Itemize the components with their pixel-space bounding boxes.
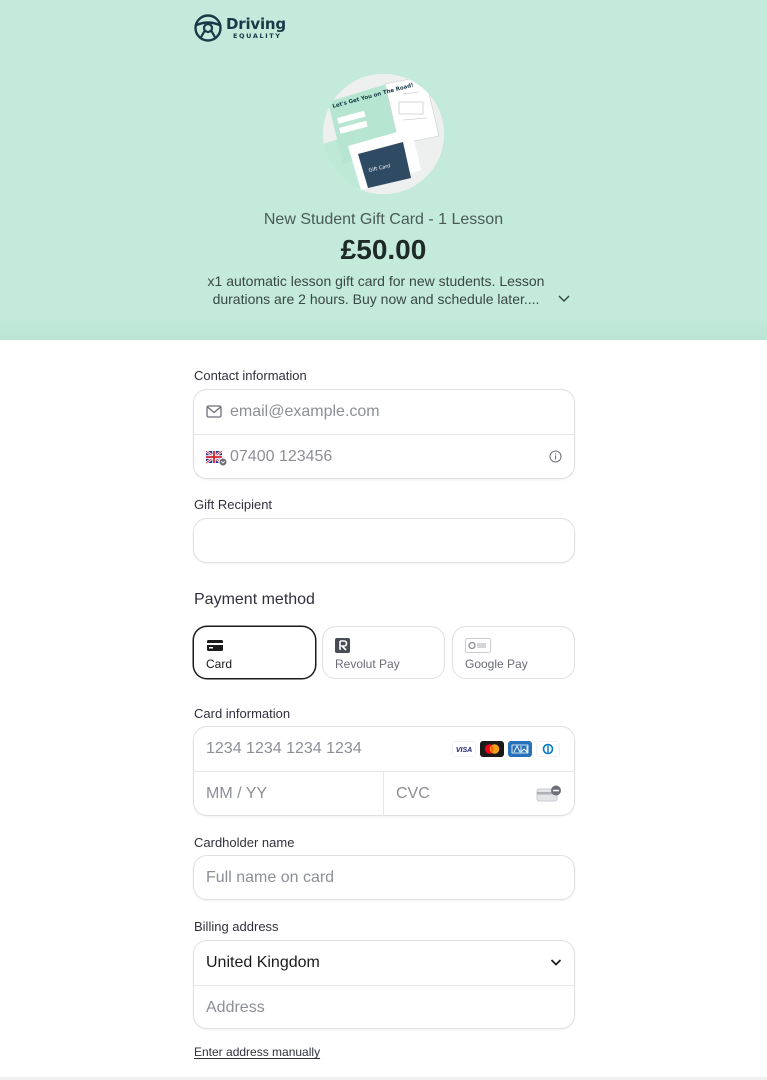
- accepted-card-brands: VISA: [452, 741, 560, 757]
- gift-recipient-input[interactable]: [193, 518, 575, 563]
- country-value: United Kingdom: [206, 954, 320, 971]
- cvc-card-icon: [536, 785, 561, 802]
- credit-card-icon: [207, 640, 223, 651]
- info-icon[interactable]: [549, 450, 562, 463]
- card-number-placeholder: 1234 1234 1234 1234: [206, 740, 362, 757]
- email-placeholder: email@example.com: [230, 403, 380, 420]
- cardholder-name-input[interactable]: Full name on card: [193, 855, 575, 900]
- address-placeholder: Address: [206, 998, 265, 1016]
- email-field[interactable]: email@example.com: [194, 390, 574, 434]
- diners-club-icon: [536, 741, 560, 757]
- cvc-field[interactable]: CVC: [384, 772, 574, 815]
- cvc-placeholder: CVC: [396, 785, 430, 802]
- visa-icon: VISA: [452, 741, 476, 757]
- cardholder-name-label: Cardholder name: [194, 835, 295, 850]
- product-image: Let's Get You on The Road! Gift Card: [323, 74, 444, 194]
- google-pay-icon: [465, 638, 491, 653]
- cardholder-name-placeholder: Full name on card: [206, 869, 335, 886]
- contact-information-label: Contact information: [194, 368, 307, 383]
- billing-address-fields: United Kingdom Address: [193, 940, 575, 1029]
- payment-tab-card[interactable]: Card: [193, 626, 316, 679]
- gift-card-illustration: Let's Get You on The Road! Gift Card: [323, 74, 444, 194]
- phone-field[interactable]: 07400 123456: [194, 434, 574, 478]
- header-bottom-edge: [0, 318, 767, 340]
- payment-tab-google-pay[interactable]: Google Pay: [452, 626, 575, 679]
- logo-wordmark-top: Driving: [226, 14, 286, 33]
- enter-address-manually-link[interactable]: Enter address manually: [194, 1045, 320, 1059]
- billing-address-label: Billing address: [194, 919, 279, 934]
- payment-tab-label: Revolut Pay: [335, 657, 400, 671]
- envelope-icon: [206, 405, 222, 418]
- payment-tab-revolut-pay[interactable]: Revolut Pay: [322, 626, 445, 679]
- card-information-fields: 1234 1234 1234 1234 VISA MM / YY CVC: [193, 726, 575, 816]
- gift-recipient-label: Gift Recipient: [194, 497, 273, 512]
- phone-placeholder: 07400 123456: [230, 447, 333, 465]
- uk-flag-icon[interactable]: [206, 451, 228, 467]
- payment-tab-label: Card: [206, 657, 233, 671]
- mastercard-icon: [480, 741, 504, 757]
- card-number-field[interactable]: 1234 1234 1234 1234 VISA: [194, 727, 574, 771]
- payment-method-title: Payment method: [194, 591, 315, 608]
- steering-wheel-icon: [194, 14, 222, 42]
- payment-tab-label: Google Pay: [465, 657, 528, 671]
- visa-logo-text: VISA: [456, 747, 472, 754]
- card-expiry-cvc-row: MM / YY CVC: [194, 771, 574, 815]
- product-price: £50.00: [340, 234, 427, 265]
- country-select[interactable]: United Kingdom: [194, 941, 574, 985]
- expiry-field[interactable]: MM / YY: [194, 772, 384, 815]
- logo-wordmark-bottom: EQUALITY: [233, 31, 282, 40]
- expiry-placeholder: MM / YY: [206, 785, 268, 802]
- product-description: x1 automatic lesson gift card for new st…: [207, 273, 545, 307]
- product-title: New Student Gift Card - 1 Lesson: [263, 211, 504, 228]
- expand-description-chevron-icon[interactable]: [557, 293, 571, 305]
- chevron-down-icon: [550, 959, 562, 966]
- amex-icon: [508, 741, 532, 757]
- contact-fields: email@example.com 07400 123456: [193, 389, 575, 479]
- card-information-label: Card information: [194, 706, 291, 721]
- address-field[interactable]: Address: [194, 985, 574, 1028]
- revolut-icon: [335, 638, 350, 653]
- driving-equality-logo[interactable]: Driving EQUALITY: [193, 12, 286, 44]
